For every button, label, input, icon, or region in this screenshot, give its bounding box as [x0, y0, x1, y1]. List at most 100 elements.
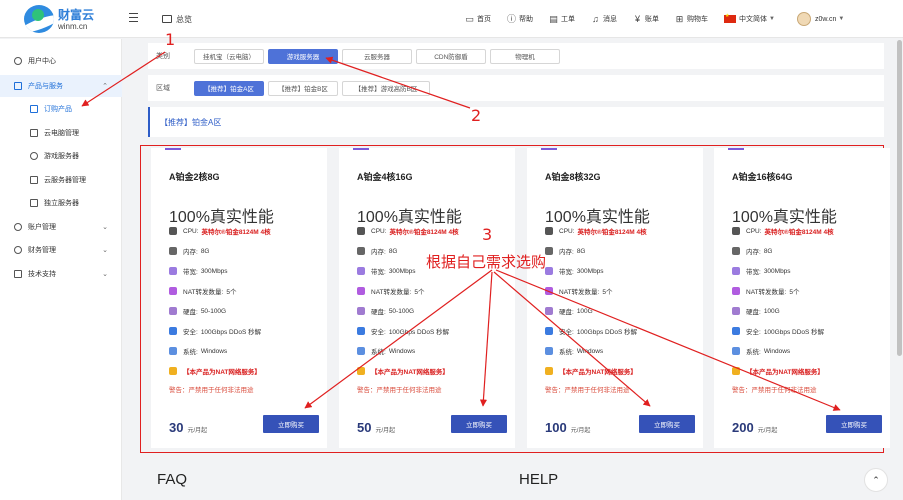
sidebar-item-finance[interactable]: 财务管理 ⌄: [0, 239, 122, 261]
spec-key: 系统:: [746, 349, 761, 356]
system-icon: [545, 347, 553, 355]
sidebar-item-dedicated-server[interactable]: 独立服务器: [0, 192, 122, 214]
region-option-selected[interactable]: 【推荐】铂金A区: [194, 80, 264, 96]
chevron-up-icon: ⌃: [872, 474, 880, 485]
sidebar-item-label: 技术支持: [28, 271, 56, 278]
brand-domain: winm.cn: [58, 22, 88, 31]
sidebar-item-cloud-pc[interactable]: 云电脑管理: [0, 122, 122, 144]
category-option[interactable]: 云服务器: [342, 48, 412, 64]
sidebar-item-user-center[interactable]: 用户中心: [0, 50, 122, 72]
category-filter: 类别 挂机宝（云电脑） 游戏服务器 云服务器 CDN防御盾 物理机: [148, 43, 884, 69]
spec-row: 系统: Windows: [732, 345, 790, 357]
sidebar-item-label: 产品与服务: [28, 83, 63, 90]
spec-value: 300Mbps: [763, 267, 791, 275]
spec-key: NAT转发数量:: [371, 289, 412, 296]
spec-value: 5个: [602, 289, 613, 296]
sidebar-item-label: 云服务器管理: [44, 177, 86, 184]
product-name: A铂金8核32G: [545, 172, 601, 182]
spec-row: 【本产品为NAT网络服务】: [357, 365, 449, 377]
category-option[interactable]: 挂机宝（云电脑）: [194, 48, 264, 64]
spec-row: 带宽: 300Mbps: [357, 265, 416, 277]
spec-key: 带宽:: [746, 269, 761, 276]
nav-help[interactable]: ⓘ 帮助: [507, 14, 533, 24]
product-name: A铂金16核64G: [732, 172, 793, 182]
nav-bill[interactable]: ¥ 账单: [633, 14, 659, 24]
nav-ticket-label: 工单: [561, 16, 575, 23]
price: 50 元/月起: [357, 420, 395, 435]
buy-now-button[interactable]: 立即购买: [639, 415, 695, 433]
brand-logo[interactable]: 财富云 winm.cn: [24, 4, 98, 34]
spec-value: Windows: [763, 347, 791, 355]
spec-value: 100Gbps DDoS 秒解: [200, 329, 262, 336]
sidebar-item-account[interactable]: 账户管理 ⌄: [0, 216, 122, 238]
system-icon: [357, 347, 365, 355]
annotation-number-2: 2: [471, 106, 482, 125]
spec-value: 8G: [576, 247, 586, 255]
nav-cart[interactable]: ⊞ 购物车: [675, 14, 708, 24]
sidebar: 用户中心 产品与服务 ⌃ 订购产品 云电脑管理 游戏服务器 云服务器管理 独立服务…: [0, 39, 122, 500]
user-menu[interactable]: z0w.cn ▼: [796, 12, 844, 26]
disk-icon: [357, 307, 365, 315]
region-option[interactable]: 【推荐】铂金B区: [268, 80, 338, 96]
nav-help-label: 帮助: [519, 16, 533, 23]
language-select[interactable]: 中文简体▼: [724, 13, 775, 24]
sidebar-item-products[interactable]: 产品与服务 ⌃: [0, 75, 122, 97]
buy-now-button[interactable]: 立即购买: [826, 415, 882, 433]
overview-link[interactable]: 总览: [162, 12, 192, 26]
spec-value: 8G: [200, 247, 210, 255]
spec-row: 安全: 100Gbps DDoS 秒解: [732, 325, 824, 337]
spec-value: 【本产品为NAT网络服务】: [746, 369, 824, 376]
spec-key: NAT转发数量:: [559, 289, 600, 296]
product-card: A铂金4核16G 100%真实性能 CPU: 英特尔®铂金8124M 4核 内存: 8G 带…: [339, 148, 515, 448]
region-filter: 区域 【推荐】铂金A区 【推荐】铂金B区 【推荐】游戏高防B区: [148, 75, 884, 101]
spec-row: 【本产品为NAT网络服务】: [169, 365, 261, 377]
sidebar-item-game-server[interactable]: 游戏服务器: [0, 145, 122, 167]
spec-key: 系统:: [371, 349, 386, 356]
spec-row: 带宽: 300Mbps: [732, 265, 791, 277]
ticket-icon: ▤: [549, 13, 558, 24]
monitor-icon: [162, 15, 172, 23]
spec-key: CPU:: [371, 227, 387, 235]
region-option[interactable]: 【推荐】游戏高防B区: [342, 80, 430, 96]
top-header: 财富云 winm.cn 总览 ▭ 首页 ⓘ 帮助 ▤ 工单 ♫ 消息 ¥ 账单 ⊞ 购物车 …: [0, 0, 903, 38]
nav-ticket[interactable]: ▤ 工单: [549, 14, 575, 24]
product-name: A铂金4核16G: [357, 172, 413, 182]
buy-now-button[interactable]: 立即购买: [263, 415, 319, 433]
category-option[interactable]: CDN防御盾: [416, 48, 486, 64]
product-card: A铂金2核8G 100%真实性能 CPU: 英特尔®铂金8124M 4核 内存: 8G 带宽…: [151, 148, 327, 448]
spec-value: 100Gbps DDoS 秒解: [576, 329, 638, 336]
chevron-up-icon: ⌃: [102, 83, 108, 90]
nav-home[interactable]: ▭ 首页: [465, 14, 491, 24]
language-label: 中文简体: [739, 16, 767, 23]
notice-icon: [169, 367, 177, 375]
nav-message[interactable]: ♫ 消息: [591, 14, 617, 24]
back-to-top-button[interactable]: ⌃: [864, 468, 888, 492]
category-option[interactable]: 物理机: [490, 48, 560, 64]
sidebar-item-cloud-server[interactable]: 云服务器管理: [0, 169, 122, 191]
document-icon: [14, 270, 22, 278]
nav-cart-label: 购物车: [687, 16, 708, 23]
price-unit: 元/月起: [187, 428, 208, 434]
spec-row: 【本产品为NAT网络服务】: [732, 365, 824, 377]
yuan-icon: ¥: [634, 13, 640, 24]
scrollbar[interactable]: [897, 40, 902, 356]
spec-key: 内存:: [371, 249, 386, 256]
spec-value: 5个: [789, 289, 800, 296]
sidebar-item-support[interactable]: 技术支持 ⌄: [0, 263, 122, 285]
spec-key: 安全:: [371, 329, 386, 336]
server-icon: [30, 176, 38, 184]
spec-value: 300Mbps: [576, 267, 604, 275]
memory-icon: [169, 247, 177, 255]
shield-icon: [732, 327, 740, 335]
spec-value: 5个: [414, 289, 425, 296]
buy-now-button[interactable]: 立即购买: [451, 415, 507, 433]
card-accent-bar: [165, 148, 181, 150]
disk-icon: [732, 307, 740, 315]
spec-key: NAT转发数量:: [746, 289, 787, 296]
spec-value: Windows: [388, 347, 416, 355]
menu-collapse-icon[interactable]: [129, 13, 138, 23]
category-label: 类别: [156, 53, 170, 60]
sidebar-item-order-products[interactable]: 订购产品: [0, 98, 122, 120]
spec-value: 50-100G: [388, 307, 415, 315]
category-option-selected[interactable]: 游戏服务器: [268, 48, 338, 64]
